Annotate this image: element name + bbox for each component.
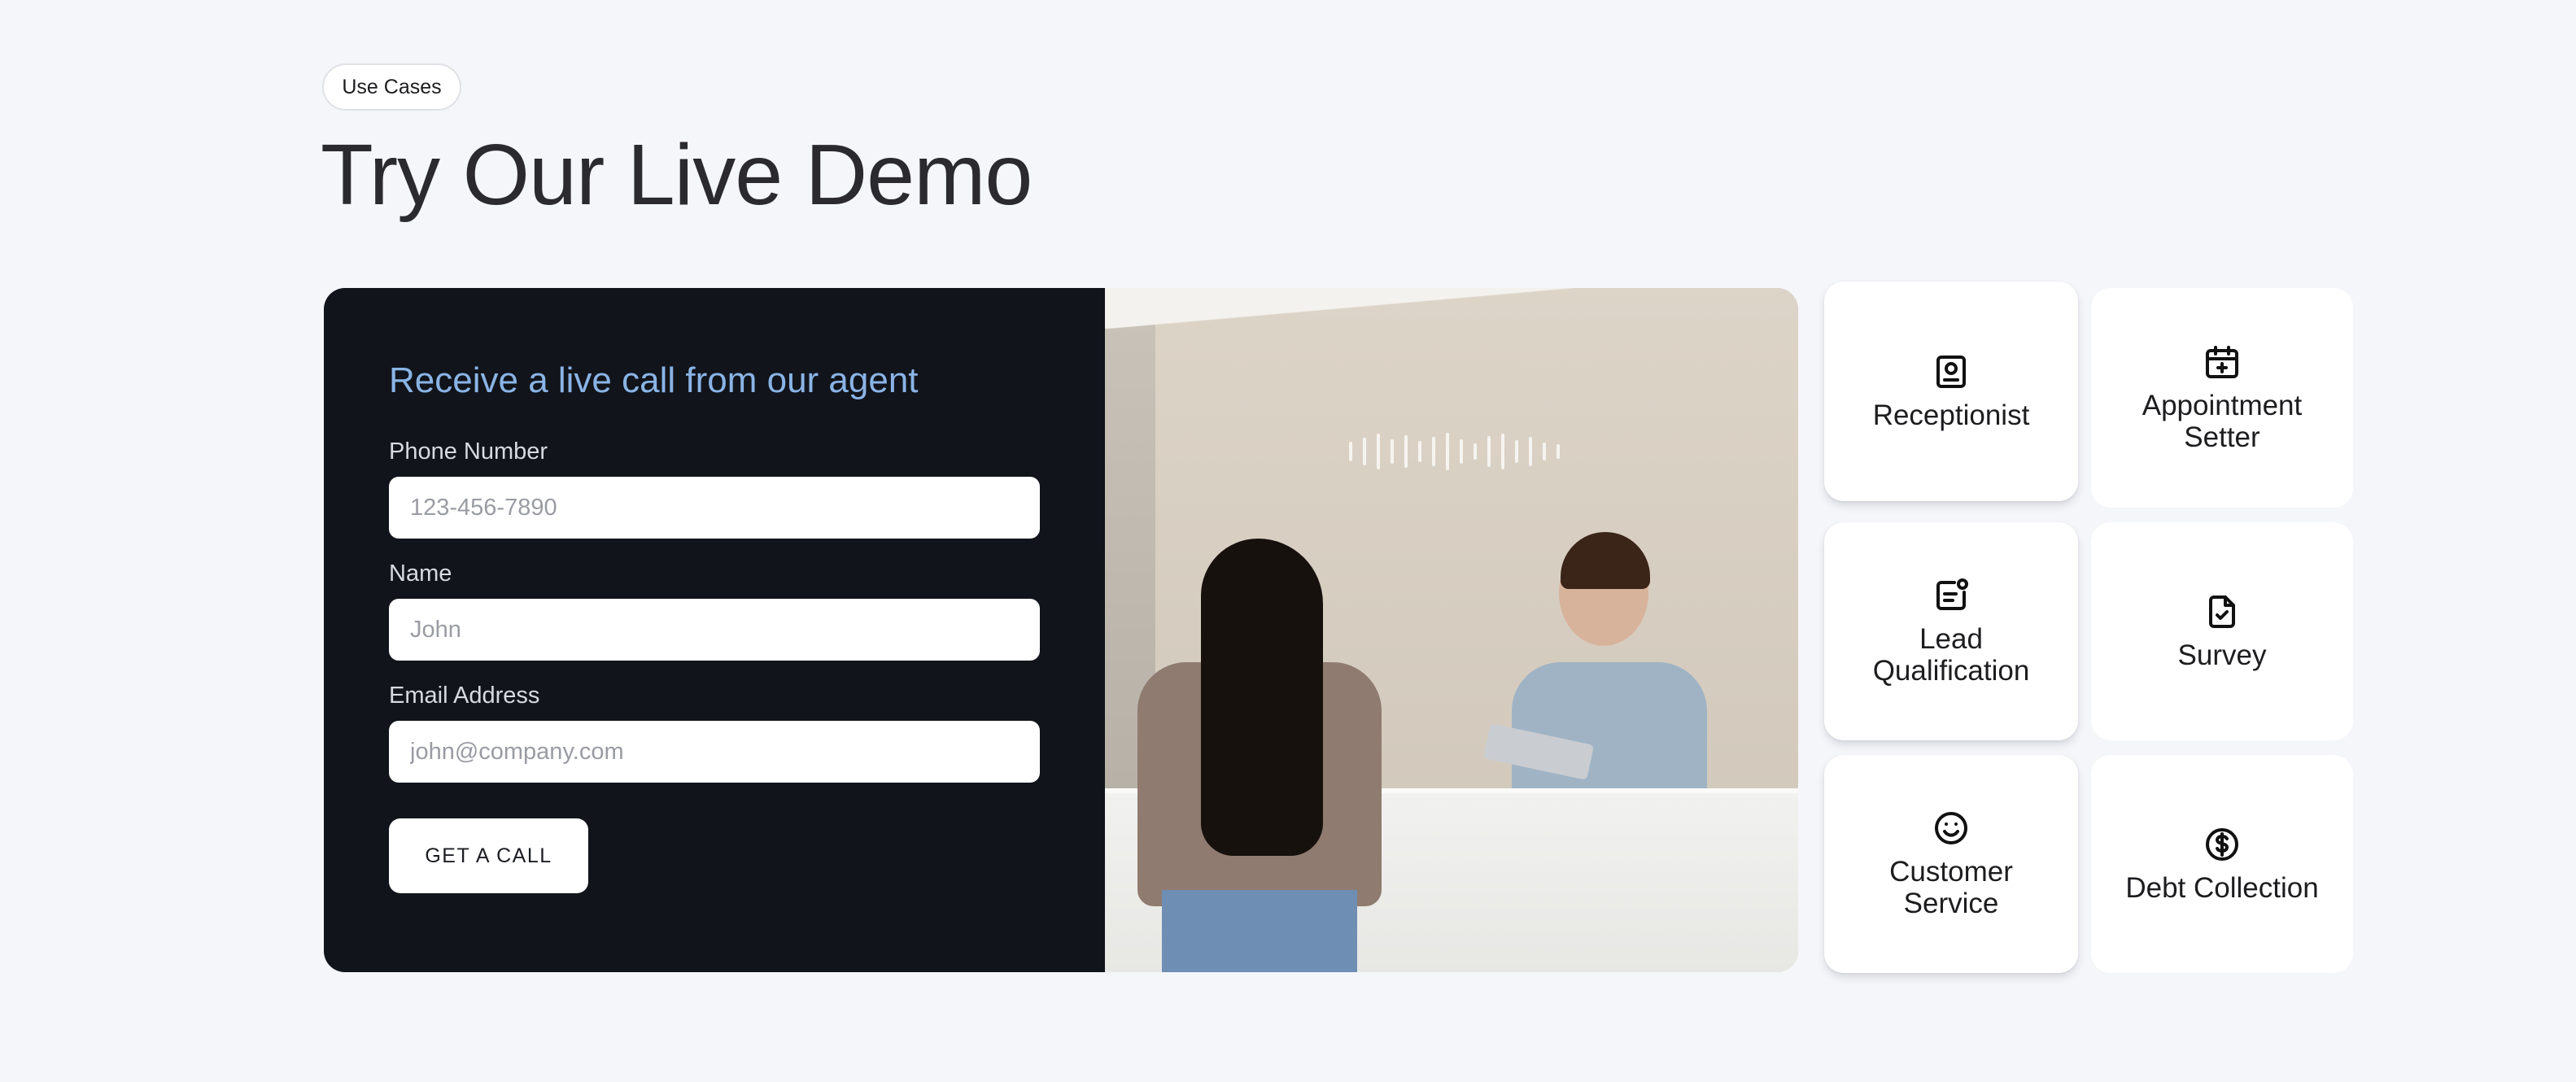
visitor-jeans: [1162, 890, 1357, 972]
use-case-receptionist[interactable]: Receptionist: [1824, 281, 2078, 501]
page-title: Try Our Live Demo: [321, 127, 1033, 223]
use-case-label: Lead Qualification: [1872, 623, 2030, 687]
use-case-label: Debt Collection: [2125, 871, 2319, 904]
use-case-debt-collection[interactable]: Debt Collection: [2091, 755, 2353, 973]
live-demo-card: Receive a live call from our agent Phone…: [324, 288, 1798, 972]
visitor-hair: [1201, 539, 1323, 856]
email-label: Email Address: [389, 683, 540, 709]
use-case-customer-service[interactable]: Customer Service: [1824, 755, 2078, 973]
call-request-form: Receive a live call from our agent Phone…: [324, 288, 1105, 972]
photo-skylight: [1105, 288, 1798, 329]
get-a-call-button[interactable]: GET A CALL: [389, 818, 588, 893]
voice-waveform-icon: [1349, 433, 1560, 470]
lead-list-icon: [1932, 576, 1971, 615]
smiley-face-icon: [1932, 809, 1971, 848]
use-case-label: Receptionist: [1872, 399, 2030, 431]
reception-photo: [1105, 288, 1798, 972]
form-heading: Receive a live call from our agent: [389, 360, 919, 400]
document-check-icon: [2203, 592, 2242, 631]
use-case-survey[interactable]: Survey: [2091, 522, 2353, 740]
use-case-lead-qualification[interactable]: Lead Qualification: [1824, 522, 2078, 740]
use-cases-tag: Use Cases: [322, 63, 461, 111]
use-case-label: Survey: [2177, 639, 2267, 671]
name-label: Name: [389, 561, 452, 587]
dollar-circle-icon: [2203, 825, 2242, 864]
phone-number-input[interactable]: [389, 477, 1040, 539]
name-input[interactable]: [389, 599, 1040, 661]
use-case-label: Customer Service: [1889, 856, 2013, 919]
receptionist-badge-icon: [1932, 352, 1971, 391]
use-case-label: Appointment Setter: [2142, 390, 2303, 453]
phone-label: Phone Number: [389, 438, 548, 465]
use-case-appointment-setter[interactable]: Appointment Setter: [2091, 288, 2353, 508]
calendar-plus-icon: [2203, 342, 2242, 382]
email-input[interactable]: [389, 721, 1040, 783]
use-case-grid: Receptionist Appointment Setter Lead Qua…: [1824, 281, 2355, 973]
